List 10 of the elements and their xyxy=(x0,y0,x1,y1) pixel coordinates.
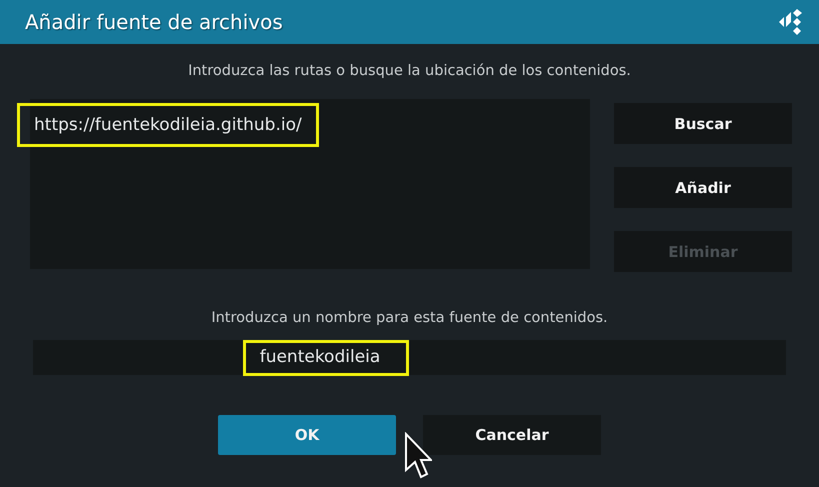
dialog-button[interactable]: OK xyxy=(218,415,396,455)
mouse-cursor-icon xyxy=(404,432,432,480)
window-title: Añadir fuente de archivos xyxy=(25,10,283,34)
name-field[interactable]: fuentekodileia xyxy=(33,340,786,375)
instruction-text: Introduzca un nombre para esta fuente de contenidos. xyxy=(210,310,609,326)
side-button[interactable]: Añadir xyxy=(614,167,792,208)
path-item[interactable]: https://fuentekodileia.github.io/ xyxy=(17,103,319,147)
side-button[interactable]: Buscar xyxy=(614,103,792,144)
dialog-button[interactable]: Cancelar xyxy=(423,415,601,455)
instruction-text: Introduzca las rutas o busque la ubicación de los contenidos. xyxy=(187,63,632,79)
